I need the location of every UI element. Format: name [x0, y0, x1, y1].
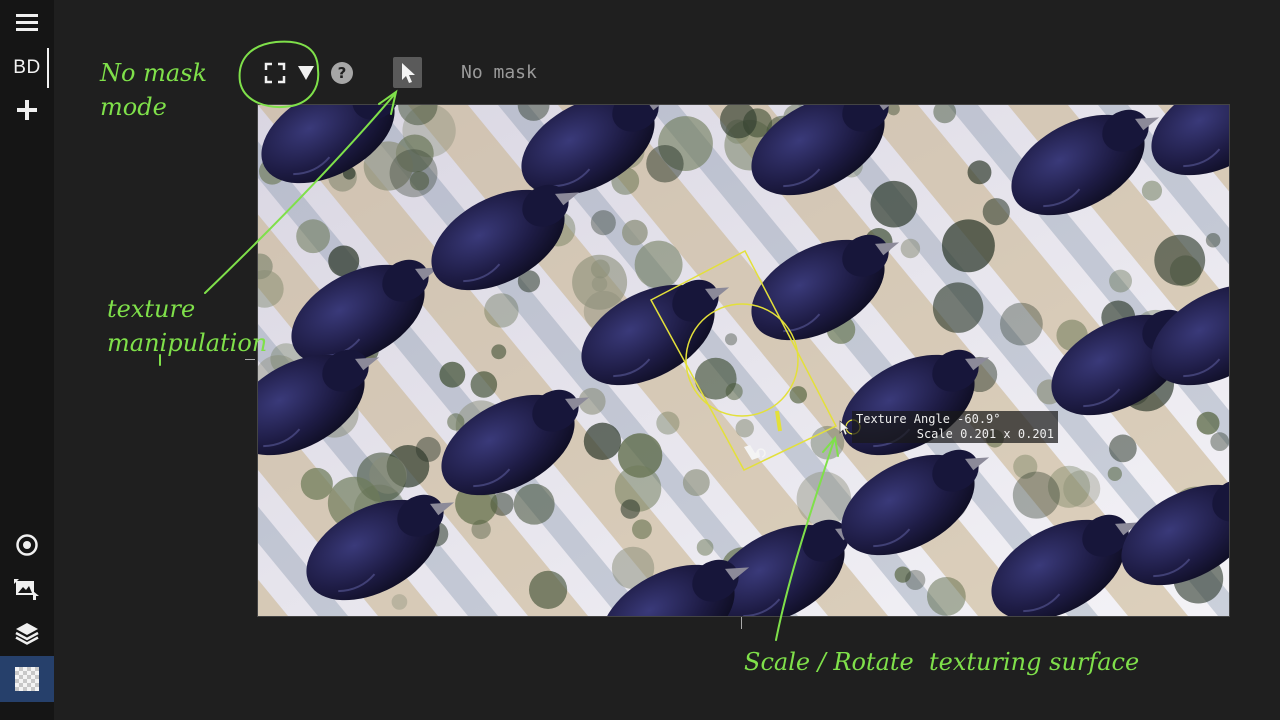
gizmo-axis-handle	[775, 410, 782, 432]
annotation-scale-rotate: Scale / Rotate texturing surface	[744, 648, 1140, 676]
texture-button[interactable]	[0, 656, 54, 702]
texture-canvas[interactable]	[257, 104, 1230, 617]
mask-mode-dropdown[interactable]	[294, 62, 318, 84]
image-transform-button[interactable]	[0, 567, 54, 611]
help-button[interactable]: ?	[329, 60, 355, 86]
texture-gizmo[interactable]	[258, 105, 1229, 616]
plus-icon	[17, 100, 37, 120]
selection-brackets-icon	[264, 62, 286, 84]
gizmo-rotation-ring	[685, 303, 799, 417]
mask-mode-button[interactable]	[262, 60, 288, 86]
annotation-no-mask-mode: No mask mode	[100, 59, 208, 121]
add-button[interactable]	[0, 88, 54, 132]
question-circle-icon: ?	[331, 62, 353, 84]
pointer-tool-button[interactable]	[393, 57, 422, 88]
texture-transform-tooltip: Texture Angle -60.9° Scale 0.201 x 0.201	[852, 411, 1058, 443]
layers-icon	[15, 623, 39, 645]
mask-status-label: No mask	[461, 62, 537, 83]
target-button[interactable]	[0, 523, 54, 567]
triangle-down-icon	[298, 66, 314, 80]
annotation-texture-manipulation: texture manipulation	[107, 295, 268, 357]
drag-cursor-icon	[744, 445, 766, 460]
layers-button[interactable]	[0, 611, 54, 655]
sidebar: BD	[0, 0, 54, 720]
gizmo-scale-frame	[649, 249, 838, 471]
tooltip-angle: Texture Angle -60.9°	[856, 412, 1001, 426]
brand-indicator	[47, 48, 49, 88]
brand-label[interactable]: BD	[0, 46, 54, 90]
canvas-edge-tick-bottom	[741, 617, 742, 629]
svg-text:?: ?	[338, 64, 347, 82]
tooltip-scale: Scale 0.201 x 0.201	[916, 427, 1054, 441]
cursor-arrow-icon	[401, 62, 415, 83]
target-icon	[16, 534, 38, 556]
menu-button[interactable]	[0, 0, 54, 44]
menu-icon	[16, 14, 38, 31]
image-transform-icon	[14, 579, 39, 600]
checkerboard-icon	[15, 667, 39, 691]
